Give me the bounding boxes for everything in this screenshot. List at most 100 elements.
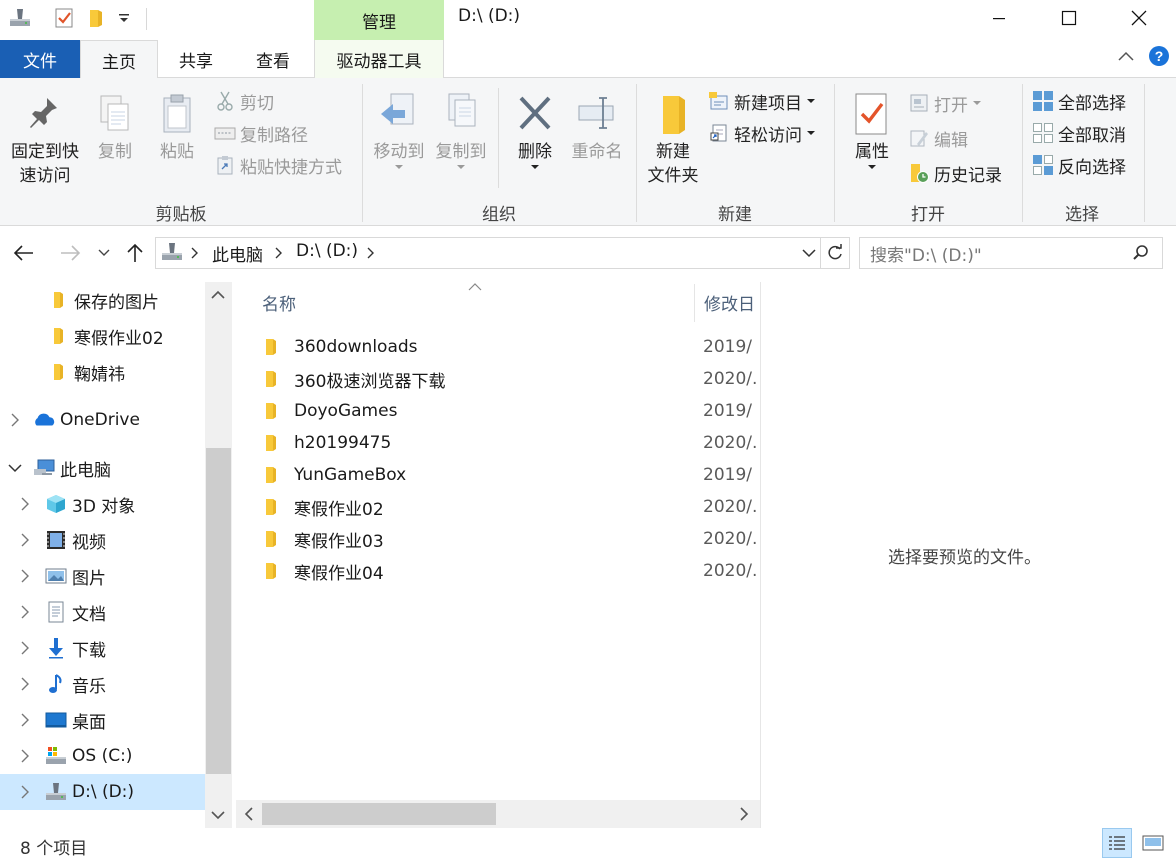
file-row[interactable]: 寒假作业03 2020/. [262,523,759,555]
close-button[interactable] [1104,0,1174,36]
tab-file[interactable]: 文件 [0,40,80,78]
chevron-right-icon[interactable] [18,749,32,763]
rename-button[interactable]: 重命名 [566,92,628,164]
nav-item-drive-d[interactable]: D:\ (D:) [0,774,205,810]
properties-button[interactable]: 属性 [844,92,900,170]
folder-icon [262,337,286,357]
details-view-icon [1109,836,1125,850]
properties-check-icon[interactable] [52,6,76,30]
open-button[interactable]: 打开 [908,90,982,116]
paste-button[interactable]: 粘贴 [154,92,200,164]
tab-view[interactable]: 查看 [234,40,312,78]
nav-item-folder-3[interactable]: 鞠婧祎 [0,354,205,390]
scroll-right-icon[interactable] [739,807,749,821]
file-row[interactable]: 寒假作业04 2020/. [262,555,759,587]
edit-button[interactable]: 编辑 [908,125,968,151]
search-icon[interactable] [1132,244,1150,262]
refresh-icon [828,244,842,260]
minimize-button[interactable] [964,0,1034,36]
forward-button[interactable] [58,243,82,263]
nav-item-this-pc[interactable]: 此电脑 [0,450,205,486]
column-header-modified[interactable]: 修改日 [704,290,755,315]
nav-item-winter-homework-02[interactable]: 寒假作业02 [0,318,205,354]
column-divider[interactable] [694,284,695,322]
nav-label: 保存的图片 [74,292,159,313]
select-none-button[interactable]: 全部取消 [1032,120,1126,146]
chevron-right-icon[interactable] [18,533,32,547]
new-item-dropdown-icon [807,99,815,103]
chevron-right-icon[interactable] [18,785,32,799]
nav-item-3d-objects[interactable]: 3D 对象 [0,486,205,522]
scroll-down-icon[interactable] [211,810,225,820]
nav-item-music[interactable]: 音乐 [0,666,205,702]
chevron-right-icon[interactable] [18,605,32,619]
tab-drive-tools[interactable]: 驱动器工具 [314,40,444,78]
easy-access-button[interactable]: 轻松访问 [708,120,816,146]
chevron-right-icon[interactable] [18,569,32,583]
tab-share[interactable]: 共享 [158,40,234,78]
new-folder-qat-icon[interactable] [84,6,108,30]
manage-contextual-tab[interactable]: 管理 [314,0,444,40]
file-row[interactable]: DoyoGames 2019/ [262,395,759,427]
drive-icon[interactable] [8,6,32,30]
nav-item-onedrive[interactable]: OneDrive [0,402,205,438]
recent-locations-button[interactable] [98,248,110,258]
horizontal-scrollbar-thumb[interactable] [262,803,496,825]
nav-scrollbar-thumb[interactable] [206,448,231,774]
copy-to-dropdown-icon [457,165,465,169]
address-history-dropdown[interactable] [802,248,816,258]
nav-item-desktop[interactable]: 桌面 [0,702,205,738]
chevron-down-icon[interactable] [8,463,22,473]
close-icon [1131,10,1147,26]
select-all-button[interactable]: 全部选择 [1032,88,1126,114]
file-row[interactable]: 360downloads 2019/ [262,331,759,363]
scroll-up-icon[interactable] [211,290,225,300]
scroll-left-icon[interactable] [244,807,254,821]
copy-button[interactable]: 复制 [92,92,138,164]
chevron-right-icon[interactable] [18,713,32,727]
up-button[interactable] [124,242,146,264]
paste-shortcut-button[interactable]: 粘贴快捷方式 [214,152,342,178]
breadcrumb-this-pc[interactable]: 此电脑 [212,241,263,266]
copy-to-button[interactable]: 复制到 [432,92,490,170]
open-icon [908,92,930,114]
chevron-right-icon[interactable] [8,413,22,427]
tab-home[interactable]: 主页 [80,40,158,79]
file-row[interactable]: h20199475 2020/. [262,427,759,459]
chevron-right-icon[interactable] [18,497,32,511]
new-folder-button[interactable]: 新建 文件夹 [642,92,704,188]
svg-text:?: ? [1155,48,1164,64]
new-item-button[interactable]: 新建项目 [708,88,816,114]
copy-path-button[interactable]: 复制路径 [214,120,308,146]
file-row[interactable]: 360极速浏览器下载 2020/. [262,363,759,395]
large-icons-view-button[interactable] [1138,828,1168,858]
cut-button[interactable]: 剪切 [214,88,274,114]
help-button[interactable]: ? [1148,45,1170,67]
back-button[interactable] [12,243,36,263]
nav-item-videos[interactable]: 视频 [0,522,205,558]
nav-item-pictures[interactable]: 图片 [0,558,205,594]
paste-shortcut-label: 粘贴快捷方式 [240,157,342,178]
maximize-button[interactable] [1034,0,1104,36]
chevron-right-icon[interactable] [18,677,32,691]
column-header-name[interactable]: 名称 [262,290,296,315]
details-view-button[interactable] [1102,828,1132,858]
nav-item-documents[interactable]: 文档 [0,594,205,630]
nav-item-drive-c[interactable]: OS (C:) [0,738,205,774]
nav-item-downloads[interactable]: 下载 [0,630,205,666]
delete-button[interactable]: 删除 [508,92,562,170]
history-button[interactable]: 历史记录 [908,160,1002,186]
collapse-ribbon-button[interactable] [1116,47,1136,67]
breadcrumb-drive-d[interactable]: D:\ (D:) [296,241,358,261]
move-to-button[interactable]: 移动到 [370,92,428,170]
invert-selection-button[interactable]: 反向选择 [1032,152,1126,178]
chevron-right-icon[interactable] [18,641,32,655]
pin-quick-access-button[interactable]: 固定到快 速访问 [6,92,84,188]
refresh-button[interactable] [820,237,850,269]
copy-path-icon [214,122,236,144]
qat-customize-dropdown-icon[interactable] [112,6,136,30]
nav-item-saved-pictures[interactable]: 保存的图片 [0,282,205,318]
file-row[interactable]: YunGameBox 2019/ [262,459,759,491]
file-row[interactable]: 寒假作业02 2020/. [262,491,759,523]
nav-label: OneDrive [60,410,140,430]
